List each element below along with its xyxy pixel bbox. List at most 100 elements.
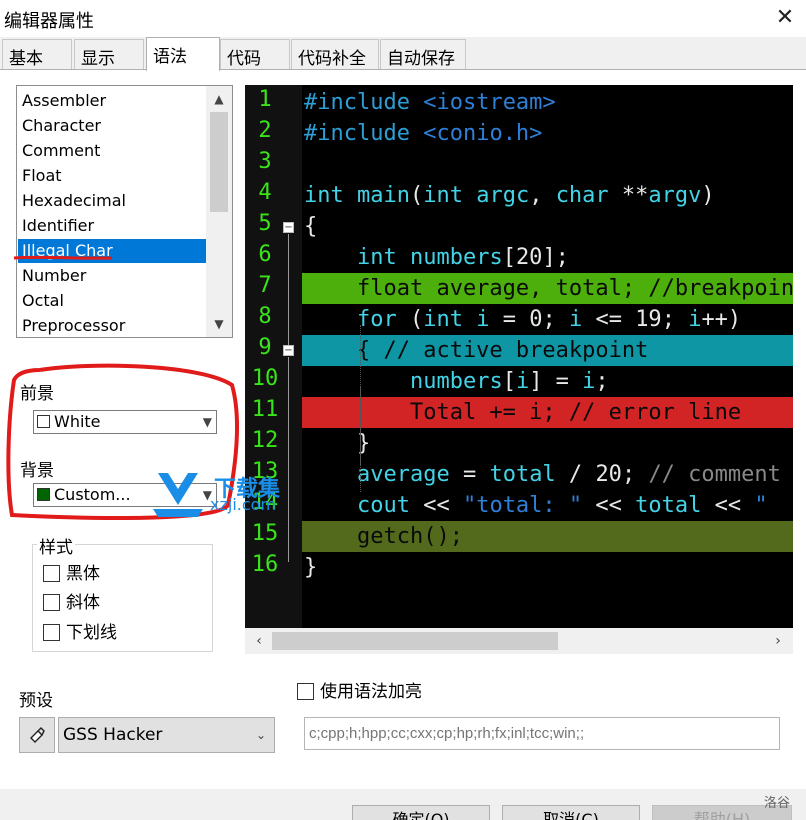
syntax-element-list[interactable]: Assembler Character Comment Float Hexade…	[16, 85, 233, 338]
code-token: main	[356, 183, 410, 208]
checkbox-box[interactable]	[43, 594, 60, 611]
watermark-sub: xzji.com	[210, 495, 277, 514]
tab-code-completion[interactable]: 代码补全	[291, 39, 379, 70]
list-item[interactable]: Number	[18, 264, 206, 288]
foreground-select[interactable]: White ▼	[33, 410, 217, 434]
line-number: 6	[258, 242, 272, 267]
code-token: i	[688, 307, 702, 332]
code-token: ;	[661, 307, 689, 332]
list-item[interactable]: Assembler	[18, 89, 206, 113]
background-swatch	[37, 488, 50, 501]
file-extensions-input[interactable]	[304, 717, 780, 750]
corner-mark: 洛谷	[764, 796, 791, 811]
list-item[interactable]: Preprocessor	[18, 314, 206, 337]
chevron-right-icon[interactable]: ›	[765, 628, 791, 654]
code-token: [	[502, 245, 516, 270]
list-item[interactable]: Float	[18, 164, 206, 188]
code-token: cout	[356, 493, 410, 518]
code-token: "total: "	[462, 493, 583, 518]
tab-basic[interactable]: 基本	[2, 39, 72, 70]
list-scrollbar[interactable]: ▲ ▼	[206, 86, 232, 337]
checkbox-box[interactable]	[43, 624, 60, 641]
editor-hscrollbar[interactable]: ‹ ›	[245, 628, 793, 654]
cancel-button[interactable]: 取消(C)	[502, 805, 640, 820]
code-token: ] =	[529, 369, 583, 394]
list-item[interactable]: Hexadecimal	[18, 189, 206, 213]
code-line: #include <iostream>	[302, 87, 793, 118]
chevron-down-icon: ⌄	[255, 728, 266, 742]
code-line: }	[302, 428, 793, 459]
list-item[interactable]: Character	[18, 114, 206, 138]
chevron-up-icon[interactable]: ▲	[206, 87, 232, 111]
line-number: 16	[251, 552, 279, 577]
checkbox-box[interactable]	[297, 683, 314, 700]
code-token: i	[582, 369, 596, 394]
close-icon[interactable]: ✕	[770, 4, 800, 32]
list-item[interactable]: Identifier	[18, 214, 206, 238]
line-number: 2	[258, 118, 272, 143]
title-bar: 编辑器属性 ✕	[0, 0, 806, 37]
tab-code[interactable]: 代码	[220, 39, 290, 70]
indent-guide	[360, 387, 361, 492]
code-line: getch();	[302, 521, 793, 552]
underline-checkbox[interactable]: 下划线	[43, 618, 117, 643]
code-token: <<	[409, 493, 463, 518]
background-value: Custom...	[54, 485, 131, 504]
code-token: }	[356, 431, 371, 456]
code-token: int	[356, 245, 410, 270]
background-label: 背景	[20, 461, 54, 481]
code-token: total	[489, 462, 556, 487]
line-number: 4	[258, 180, 272, 205]
apply-preset-button[interactable]	[19, 717, 55, 753]
bold-checkbox[interactable]: 黑体	[43, 559, 100, 584]
code-token: <conio.h>	[423, 121, 543, 146]
code-line: float average, total; //breakpoint	[302, 273, 793, 304]
list-scroll-thumb[interactable]	[210, 112, 228, 212]
brush-icon	[30, 727, 45, 743]
code-token: **	[621, 183, 649, 208]
code-token: i	[568, 307, 583, 332]
tab-autosave[interactable]: 自动保存	[380, 39, 466, 70]
code-token: 20	[595, 462, 622, 487]
code-token: argc	[476, 183, 530, 208]
code-token: ;	[542, 307, 569, 332]
underline-label: 下划线	[66, 623, 117, 643]
watermark: 下载集 xzji.com	[148, 465, 298, 525]
list-item[interactable]: Comment	[18, 139, 206, 163]
ok-button[interactable]: 确定(O)	[352, 805, 490, 820]
list-item[interactable]: Octal	[18, 289, 206, 313]
line-number: 1	[258, 87, 272, 112]
chevron-down-icon[interactable]: ▼	[206, 312, 232, 336]
fold-line	[288, 357, 289, 562]
line-number: 3	[258, 149, 272, 174]
code-line: numbers[i] = i;	[302, 366, 793, 397]
code-token: ++)	[701, 307, 742, 332]
code-line: average = total / 20; // comment	[302, 459, 793, 490]
foreground-swatch	[37, 415, 50, 428]
preset-select[interactable]: GSS Hacker ⌄	[58, 717, 275, 753]
italic-label: 斜体	[66, 593, 100, 613]
chevron-left-icon[interactable]: ‹	[246, 628, 272, 654]
tab-display[interactable]: 显示	[74, 39, 144, 70]
style-group-legend: 样式	[37, 533, 75, 558]
code-token: ,	[529, 183, 556, 208]
code-token: }	[304, 555, 318, 580]
code-preview[interactable]: − − 1 2 3 4 5 6 7 8 9 10 11 12 13 14 15 16 ‹ › #include…	[245, 85, 793, 654]
line-number: 11	[251, 397, 279, 422]
editor-scroll-thumb[interactable]	[272, 632, 558, 650]
code-token: <<	[701, 493, 755, 518]
code-token: ];	[542, 245, 569, 270]
italic-checkbox[interactable]: 斜体	[43, 588, 100, 613]
code-token: "	[754, 493, 768, 518]
code-line: cout << "total: " << total << "	[302, 490, 793, 521]
list-item-selected[interactable]: Illegal Char	[18, 239, 206, 263]
code-token: numbers	[409, 245, 503, 270]
tab-syntax[interactable]: 语法	[146, 37, 220, 71]
syntax-highlight-checkbox[interactable]: 使用语法加亮	[297, 677, 422, 702]
preset-value: GSS Hacker	[63, 725, 163, 745]
checkbox-box[interactable]	[43, 565, 60, 582]
